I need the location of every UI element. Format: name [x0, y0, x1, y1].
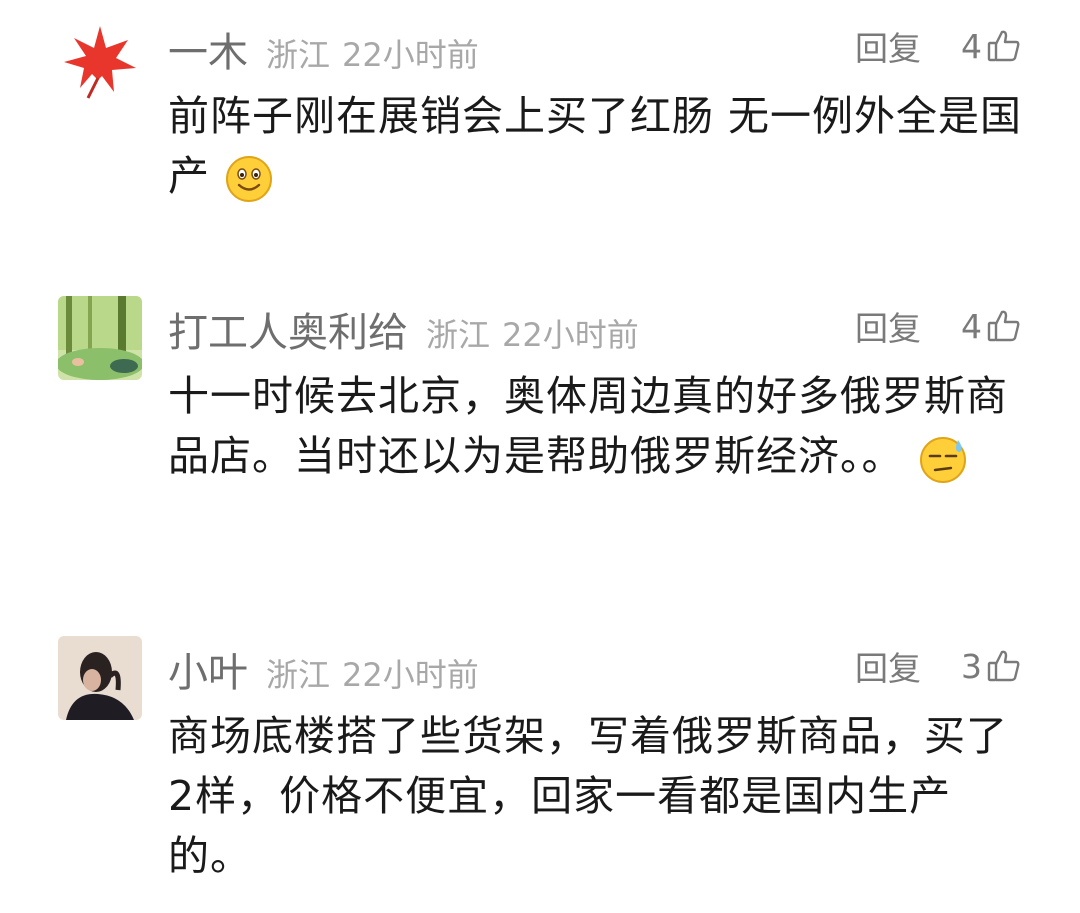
reply-button[interactable]: 回复	[855, 642, 921, 690]
username[interactable]: 打工人奥利给	[168, 300, 408, 358]
reply-button[interactable]: 回复	[855, 302, 921, 350]
forest-scene-avatar[interactable]	[58, 296, 142, 380]
comment-meta: 打工人奥利给 浙江 22小时前	[168, 300, 639, 356]
location: 浙江	[266, 36, 331, 74]
comment-actions: 回复 4	[855, 20, 1022, 72]
timestamp: 22小时前	[342, 36, 479, 74]
thumbs-up-icon	[986, 28, 1022, 64]
thumbs-up-icon	[986, 648, 1022, 684]
like-button[interactable]: 3	[961, 647, 1022, 686]
timestamp: 22小时前	[342, 656, 479, 694]
like-count: 4	[961, 26, 982, 66]
comment-text: 商场底楼搭了些货架，写着俄罗斯商品，买了2样，价格不便宜，回家一看都是国内生产的…	[168, 706, 1028, 886]
comment-actions: 回复 3	[855, 640, 1022, 692]
location: 浙江	[266, 656, 331, 694]
username[interactable]: 一木	[168, 20, 248, 78]
person-photo-avatar[interactable]	[58, 636, 142, 720]
reply-button[interactable]: 回复	[855, 22, 921, 70]
timestamp: 22小时前	[502, 316, 639, 354]
like-button[interactable]: 4	[961, 27, 1022, 66]
comment-body: 商场底楼搭了些货架，写着俄罗斯商品，买了2样，价格不便宜，回家一看都是国内生产的…	[168, 712, 1008, 880]
like-button[interactable]: 4	[961, 307, 1022, 346]
red-maple-leaf-avatar[interactable]	[58, 18, 142, 102]
comment-text: 十一时候去北京，奥体周边真的好多俄罗斯商品店。当时还以为是帮助俄罗斯经济。。	[168, 366, 1028, 486]
comment-meta: 一木 浙江 22小时前	[168, 20, 479, 76]
comment-meta: 小叶 浙江 22小时前	[168, 640, 479, 696]
like-count: 4	[961, 306, 982, 346]
comment-actions: 回复 4	[855, 300, 1022, 352]
thumbs-up-icon	[986, 308, 1022, 344]
comment-body: 十一时候去北京，奥体周边真的好多俄罗斯商品店。当时还以为是帮助俄罗斯经济。。	[168, 372, 1008, 480]
comment-body: 前阵子刚在展销会上买了红肠 无一例外全是国产	[168, 92, 1023, 200]
sweat-face-emoji	[918, 434, 968, 484]
comment-text: 前阵子刚在展销会上买了红肠 无一例外全是国产	[168, 86, 1028, 206]
smiling-face-emoji	[224, 154, 274, 204]
like-count: 3	[961, 646, 982, 686]
location: 浙江	[426, 316, 491, 354]
username[interactable]: 小叶	[168, 640, 248, 698]
